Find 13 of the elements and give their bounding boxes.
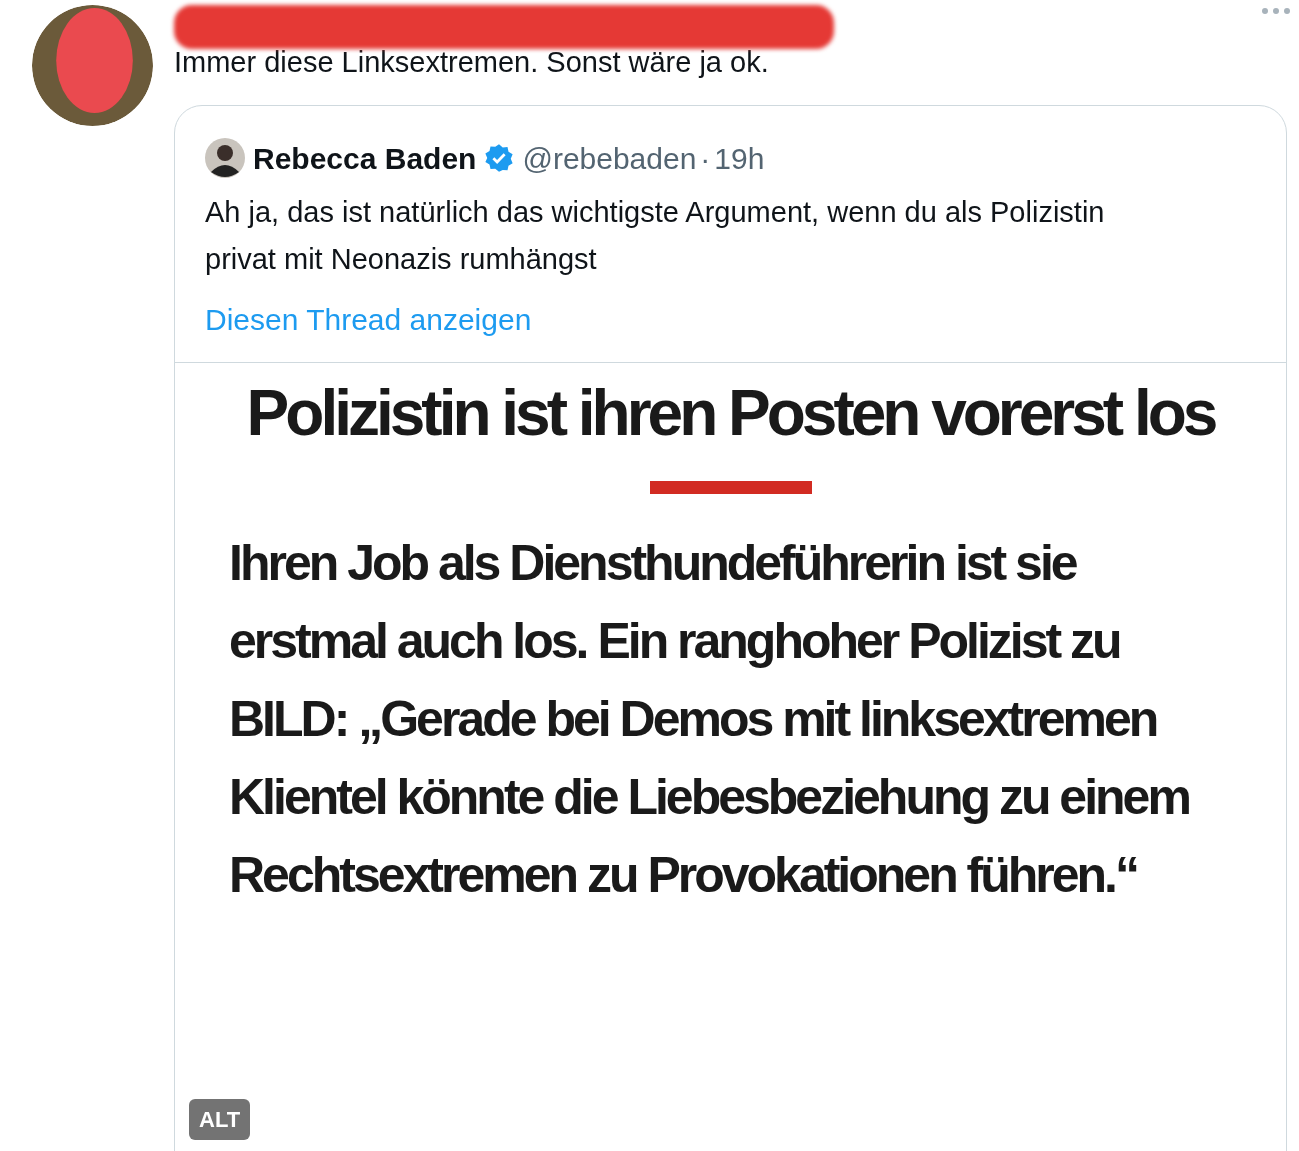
quoted-tweet-card[interactable] xyxy=(174,104,1287,1151)
article-screenshot[interactable] xyxy=(175,361,1286,1140)
tweet-text: Immer diese Linksextremen. Sonst wäre ja ok. xyxy=(174,45,770,80)
avatar[interactable] xyxy=(205,138,245,178)
article-paragraph: Ihren Job als Diensthundeführerin ist sie erstmal auch los. Ein ranghoher Polizist zu BILD: „Gerade bei Demos mit linksextremen Klientel könnte die Liebesbeziehung zu einem Rechtsextremen zu Provokationen führen.“ xyxy=(229,533,1189,905)
separator-dot: · xyxy=(700,140,711,177)
quoted-tweet-text: Ah ja, das ist natürlich das wichtigste Argument, wenn du als Polizistin privat mit Neonazis rumhängst xyxy=(204,194,1106,277)
article-headline: Polizistin ist ihren Posten vorerst los xyxy=(245,375,1216,451)
alt-badge[interactable]: ALT xyxy=(189,1098,251,1140)
timestamp[interactable]: 19h xyxy=(714,135,765,181)
author-handle[interactable]: @rebebaden xyxy=(522,135,697,181)
author-name[interactable]: Rebecca Baden xyxy=(253,135,477,181)
avatar[interactable] xyxy=(32,5,153,126)
